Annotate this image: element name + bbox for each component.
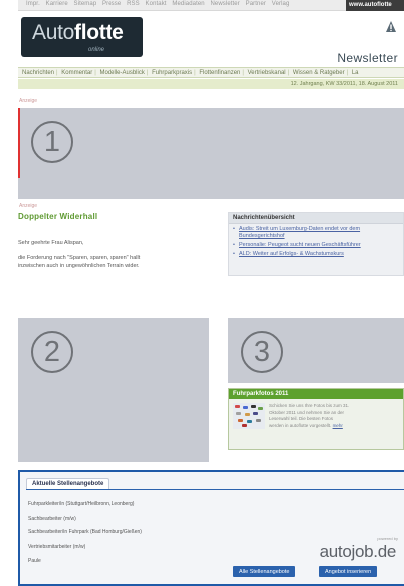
powered-by-label: powered by [377, 536, 398, 541]
nav-item-fuhrparkpraxis[interactable]: Fuhrparkpraxis [152, 70, 192, 76]
car-shape [256, 419, 261, 422]
car-shape [235, 405, 240, 408]
top-link[interactable]: Kontakt [146, 1, 167, 7]
nav-divider: | [194, 70, 196, 76]
ad-label: Anzeige [19, 203, 38, 209]
logo-wordmark: Autoflotte [32, 21, 124, 45]
post-job-button[interactable]: Angebot inserieren [319, 566, 378, 577]
car-shape [251, 405, 256, 408]
news-link[interactable]: Audis: Streit um Luxemburg-Daten endet v… [233, 226, 399, 240]
ad-label: Anzeige [19, 98, 38, 104]
job-listing-link[interactable]: Paule [28, 558, 41, 564]
newsletter-title: Newsletter [337, 51, 398, 65]
car-shape [243, 406, 248, 409]
top-link[interactable]: Newsletter [211, 1, 240, 7]
article-text-line: inzwischen auch in ungewöhnlichen Terrai… [18, 263, 140, 269]
top-link[interactable]: Verlag [272, 1, 290, 7]
top-link[interactable]: Mediadaten [172, 1, 204, 7]
placeholder-number-badge: 1 [31, 121, 73, 163]
job-listing-link[interactable]: Fuhrparkleiter/in (Stuttgart/Heilbronn, … [28, 501, 134, 507]
job-listing-link[interactable]: Vertriebsmitarbeiter (m/w) [28, 544, 85, 550]
nav-divider: | [287, 70, 290, 76]
logo-text-bold: flotte [74, 21, 124, 44]
top-link[interactable]: Presse [102, 1, 121, 7]
placeholder-block: 2 [18, 318, 209, 462]
all-jobs-button[interactable]: Alle Stellenangebote [233, 566, 296, 577]
nav-divider: | [146, 70, 149, 76]
fleet-photos-title[interactable]: Fuhrparkfotos 2011 [229, 389, 403, 399]
placeholder-banner: 1 [18, 108, 404, 199]
placeholder-number-badge: 2 [31, 331, 73, 373]
site-header: Autoflotte online Newsletter [18, 11, 404, 67]
job-listing-link[interactable]: Sachbearbeiter/in Fuhrpark (Bad Homburg/… [28, 529, 142, 535]
tab-job-offers[interactable]: Aktuelle Stellenangebote [26, 478, 110, 489]
job-offers-section: Aktuelle Stellenangebote Fuhrparkleiter/… [18, 470, 404, 586]
top-links: Impr. Karriere Sitemap Presse RSS Kontak… [26, 1, 293, 7]
fleet-photos-line: werden in autoflotte vorgestellt. mehr [269, 422, 343, 428]
car-shape [236, 412, 241, 415]
autojob-logo[interactable]: autojob.de [320, 542, 397, 562]
nav-divider: | [242, 70, 244, 76]
fleet-photos-box: Fuhrparkfotos 2011 Schicken Sie uns Ihre… [228, 388, 404, 450]
fleet-photo-thumbnail[interactable] [233, 403, 265, 429]
nav-item-vertriebskanal[interactable]: Vertriebskanal [248, 70, 286, 76]
job-listing-link[interactable]: Sachbearbeiter (m/w) [28, 516, 76, 522]
fleet-photos-text: Schicken Sie uns Ihre Fotos bis zum 31. … [269, 403, 349, 429]
news-overview-box: Nachrichtenübersicht Audis: Streit um Lu… [228, 212, 404, 276]
nav-divider: | [346, 70, 349, 76]
top-link[interactable]: Impr. [26, 1, 40, 7]
news-link[interactable]: ALD: Weiter auf Erfolgs- & Wachstumskurs [233, 251, 399, 258]
article-title[interactable]: Doppelter Widerhall [18, 212, 97, 221]
article-greeting: Sehr geehrte Frau Alispan, [18, 240, 84, 246]
car-shape [238, 419, 243, 422]
tab-underline [26, 489, 404, 490]
nav-item-kommentar[interactable]: Kommentar [61, 70, 92, 76]
autoflotte-logo[interactable]: Autoflotte online [21, 17, 143, 57]
fleet-photos-line: Schicken Sie uns Ihre Fotos bis zum 31. [269, 403, 350, 408]
top-utility-bar: Impr. Karriere Sitemap Presse RSS Kontak… [18, 0, 404, 11]
nav-item-nachrichten[interactable]: Nachrichten [22, 70, 54, 76]
news-overview-title: Nachrichtenübersicht [229, 213, 403, 224]
accent-bar [18, 108, 20, 178]
logo-text-main: Auto [32, 21, 74, 44]
warning-icon [386, 21, 396, 32]
car-shape [242, 424, 247, 427]
placeholder-number-badge: 3 [241, 331, 283, 373]
article-text-line: die Forderung nach "Sparen, sparen, spar… [18, 255, 141, 261]
news-list: Audis: Streit um Luxemburg-Daten endet v… [229, 224, 403, 262]
car-shape [253, 412, 258, 415]
nav-item-wissen[interactable]: Wissen & Ratgeber [293, 70, 345, 76]
fleet-photos-more-link[interactable]: mehr [333, 423, 343, 428]
nav-item-flottenfinanzen[interactable]: Flottenfinanzen [199, 70, 240, 76]
car-shape [247, 420, 252, 423]
logo-subtitle: online [88, 47, 105, 53]
top-link[interactable]: RSS [127, 1, 140, 7]
main-navigation: Nachrichten | Kommentar | Modelle-Ausblick… [18, 67, 404, 78]
car-shape [258, 407, 263, 410]
site-search-link[interactable]: www.autoflotte [346, 0, 404, 11]
nav-divider: | [94, 70, 96, 76]
top-link[interactable]: Karriere [46, 1, 68, 7]
nav-item-modelle[interactable]: Modelle-Ausblick [100, 70, 145, 76]
placeholder-block: 3 [228, 318, 404, 383]
car-shape [245, 413, 250, 416]
news-link[interactable]: Personalie: Peugeot sucht neuen Geschäft… [233, 242, 399, 249]
top-link[interactable]: Sitemap [74, 1, 97, 7]
top-link[interactable]: Partner [246, 1, 266, 7]
nav-divider: | [56, 70, 58, 76]
issue-dateline: 12. Jahrgang, KW 33/2011, 18. August 201… [18, 79, 404, 89]
nav-item-more[interactable]: La [352, 70, 359, 76]
